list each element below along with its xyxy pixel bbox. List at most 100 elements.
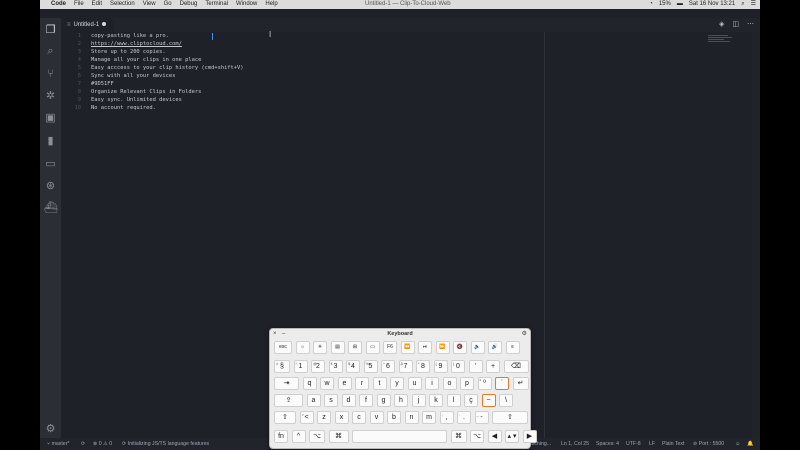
menu-edit[interactable]: Edit — [92, 0, 102, 9]
key[interactable]: ⌥ — [470, 430, 484, 443]
key[interactable]: F6 — [383, 341, 397, 354]
key[interactable]: ⌥ — [309, 430, 325, 443]
task-status[interactable]: ⟳ Initializing JS/TS language features — [122, 438, 209, 450]
key[interactable]: < > — [299, 411, 314, 424]
manage-gear-icon[interactable]: ⚙ — [44, 423, 57, 436]
key[interactable]: 8 * — [416, 360, 430, 373]
key[interactable]: t — [372, 377, 387, 390]
live-server-status[interactable]: ⊘ Port : 5500 — [693, 438, 724, 450]
key[interactable]: 3 £ — [328, 360, 343, 373]
key[interactable]: ⊞ — [348, 341, 362, 354]
key[interactable]: ´ — [495, 377, 509, 390]
key[interactable]: ▴ ▾ — [505, 430, 519, 443]
key[interactable]: ☼ — [295, 341, 310, 354]
key[interactable]: s — [324, 394, 338, 407]
key[interactable]: g — [376, 394, 391, 407]
key[interactable]: j — [411, 394, 426, 407]
more-actions-icon[interactable]: ⋯ — [747, 18, 754, 32]
tab-untitled-1[interactable]: ≡ Untitled-1 — [61, 18, 114, 32]
menu-code[interactable]: Code — [51, 0, 66, 9]
key[interactable]: 7 & — [398, 360, 413, 373]
key[interactable]: b — [387, 411, 401, 424]
key[interactable]: ,; — [439, 411, 454, 424]
key[interactable]: f — [359, 394, 373, 407]
key[interactable]: ▤ — [330, 341, 345, 354]
code-line[interactable]: 9 Easy sync. Unlimited devices — [61, 96, 541, 104]
debug-icon[interactable]: ✲ — [44, 90, 57, 103]
code-line[interactable]: 2 https://www.cliptocloud.com/ — [61, 40, 541, 48]
key[interactable]: h — [394, 394, 408, 407]
key[interactable]: 🔊 — [488, 341, 502, 354]
key[interactable]: n — [404, 411, 419, 424]
folder-icon[interactable]: ▭ — [44, 158, 57, 171]
key[interactable]: 9( — [433, 360, 448, 373]
code-line[interactable]: 4 Manage all your clips in one place — [61, 56, 541, 64]
key[interactable]: i — [425, 377, 439, 390]
key[interactable]: .: — [457, 411, 471, 424]
menu-selection[interactable]: Selection — [110, 0, 135, 9]
key[interactable]: 0) — [451, 360, 465, 373]
key[interactable]: 6 ^ — [381, 360, 395, 373]
key[interactable]: e — [337, 377, 352, 390]
wifi-icon[interactable]: ◔ — [649, 0, 653, 9]
key[interactable]: ⇧ — [492, 411, 528, 424]
key[interactable]: o — [442, 377, 457, 390]
key[interactable]: ⏪ — [400, 341, 415, 354]
key[interactable]: ⇥ — [274, 377, 299, 390]
key[interactable]: d — [341, 394, 356, 407]
code-line[interactable]: 5 Easy acccess to your clip history (cmd+… — [61, 64, 541, 72]
key[interactable]: ⌘ — [328, 430, 349, 443]
key[interactable]: ☀ — [313, 341, 327, 354]
key[interactable]: 4 $ — [346, 360, 360, 373]
key[interactable]: esc — [274, 341, 292, 354]
key[interactable]: y — [390, 377, 404, 390]
unsaved-dot-icon[interactable] — [102, 22, 107, 27]
key[interactable]: ç — [464, 394, 478, 407]
clock[interactable]: Sat 16 Nov 13:21 — [689, 0, 735, 9]
key[interactable]: 1! — [293, 360, 308, 373]
key[interactable]: 5% — [363, 360, 378, 373]
minimap[interactable] — [708, 35, 732, 43]
menu-window[interactable]: Window — [236, 0, 257, 9]
key[interactable]: l — [446, 394, 461, 407]
key[interactable]: x — [334, 411, 349, 424]
editor-scrollbar[interactable] — [752, 32, 760, 438]
code-line[interactable]: 7 #9D51FF — [61, 80, 541, 88]
key[interactable]: ⏩ — [435, 341, 450, 354]
key[interactable]: ≡ — [505, 341, 520, 354]
key[interactable]: ↵ — [512, 377, 529, 390]
compare-icon[interactable]: ◈ — [719, 18, 724, 32]
key[interactable]: ⏯ — [418, 341, 432, 354]
key[interactable]: w — [320, 377, 334, 390]
language-mode[interactable]: Plain Text — [662, 438, 684, 450]
key[interactable]: ^ — [291, 430, 306, 443]
code-line[interactable]: 8 Organize Relevant Clips in Folders — [61, 88, 541, 96]
key[interactable]: ⇧ — [274, 411, 296, 424]
key[interactable]: ⌫ — [503, 360, 529, 373]
key[interactable]: m — [422, 411, 436, 424]
key[interactable]: ▶ — [522, 430, 537, 443]
cursor-position[interactable]: Ln 1, Col 25 — [561, 438, 589, 450]
battery-label[interactable]: 15% — [659, 0, 671, 9]
key[interactable]: fn — [274, 430, 288, 443]
code-line[interactable]: 6 Sync with all your devices — [61, 72, 541, 80]
key[interactable]: 🔈 — [470, 341, 485, 354]
code-line[interactable]: 10 No account required. — [61, 104, 541, 112]
key[interactable]: 🔇 — [453, 341, 467, 354]
key[interactable]: + — [486, 360, 500, 373]
key[interactable]: k — [429, 394, 443, 407]
code-line[interactable]: 1 copy-pasting like a pro. — [61, 32, 541, 40]
bell-icon[interactable]: 🔔 — [747, 438, 753, 450]
key[interactable]: u — [407, 377, 422, 390]
bookmarks-icon[interactable]: ▮ — [44, 135, 57, 148]
key[interactable]: p — [460, 377, 474, 390]
key[interactable]: \ — [499, 394, 513, 407]
eol[interactable]: LF — [649, 438, 655, 450]
gear-icon[interactable]: ⚙ — [522, 329, 527, 339]
key[interactable]: ⌘ — [450, 430, 467, 443]
explorer-icon[interactable]: ❐ — [44, 24, 57, 37]
key[interactable]: q — [302, 377, 317, 390]
key[interactable]: ' — [468, 360, 483, 373]
key[interactable]: r — [355, 377, 369, 390]
key[interactable]: § ± — [274, 360, 290, 373]
